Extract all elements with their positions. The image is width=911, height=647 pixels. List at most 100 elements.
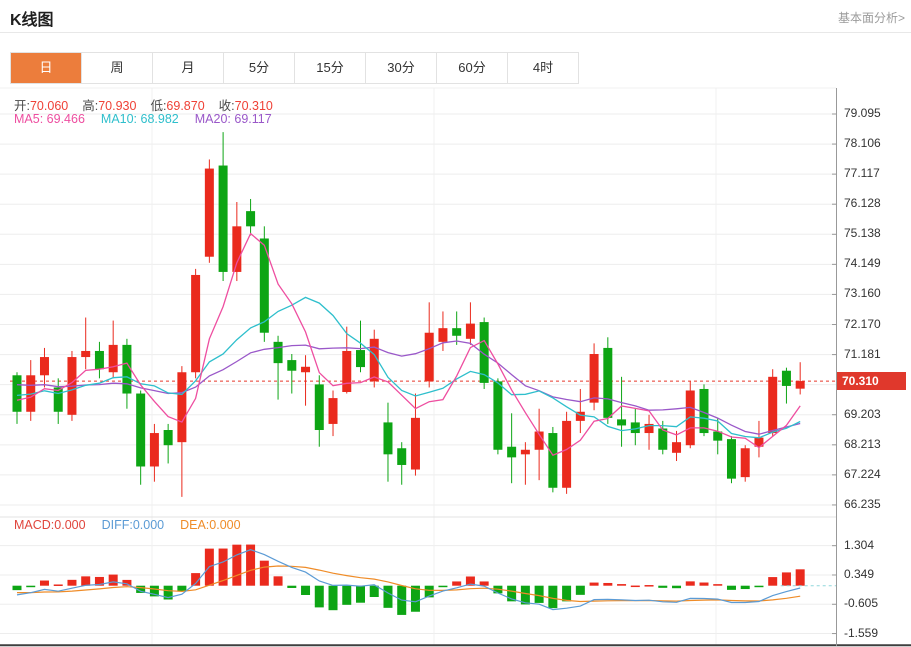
macd-axis-label: 0.349	[844, 567, 874, 581]
price-axis-label: 67.224	[844, 467, 881, 481]
macd-hist-bar	[287, 586, 296, 588]
price-axis-label: 76.128	[844, 196, 881, 210]
candle-body	[617, 419, 626, 425]
price-axis-label: 77.117	[844, 166, 880, 180]
macd-hist-bar	[741, 586, 750, 589]
ma10-line	[17, 297, 800, 437]
candle-body	[672, 442, 681, 453]
macd-hist-bar	[329, 586, 338, 610]
ma20-label: MA20:	[195, 112, 231, 126]
macd-hist-bar	[700, 583, 709, 586]
macd-axis-label: -0.605	[844, 596, 878, 610]
candle-body	[109, 345, 118, 372]
candle-body	[425, 333, 434, 382]
ma5-label: MA5:	[14, 112, 43, 126]
macd-hist-bar	[562, 586, 571, 602]
candle-body	[136, 394, 145, 467]
macd-label: MACD:	[14, 518, 54, 532]
candle-body	[411, 418, 420, 470]
high-label: 高:	[82, 99, 98, 113]
candle-body	[205, 169, 214, 257]
candle-body	[397, 448, 406, 465]
macd-hist-bar	[177, 586, 186, 592]
candle-body	[466, 324, 475, 339]
macd-hist-bar	[383, 586, 392, 608]
macd-hist-bar	[796, 569, 805, 585]
candle-body	[562, 421, 571, 488]
low-label: 低:	[150, 99, 166, 113]
diff-label: DIFF:	[102, 518, 133, 532]
candle-body	[164, 430, 173, 445]
macd-hist-bar	[370, 586, 379, 597]
candle-body	[438, 328, 447, 342]
candle-body	[493, 381, 502, 449]
candle-body	[548, 433, 557, 488]
macd-hist-bar	[603, 583, 612, 586]
open-label: 开:	[14, 99, 30, 113]
macd-hist-bar	[13, 586, 22, 590]
candle-body	[768, 377, 777, 433]
macd-hist-bar	[713, 584, 722, 586]
candle-body	[727, 439, 736, 479]
macd-hist-bar	[617, 584, 626, 586]
macd-hist-bar	[81, 576, 90, 585]
macd-hist-bar	[356, 586, 365, 603]
candle-body	[590, 354, 599, 403]
macd-hist-bar	[232, 545, 241, 586]
high-value: 70.930	[98, 99, 136, 113]
price-axis-label: 74.149	[844, 256, 881, 270]
dea-line	[17, 566, 800, 602]
dea-value: 0.000	[209, 518, 240, 532]
macd-axis-label: -1.559	[844, 626, 878, 640]
macd-hist-bar	[315, 586, 324, 608]
macd-hist-bar	[631, 586, 640, 588]
macd-hist-bar	[40, 581, 49, 586]
candle-body	[274, 342, 283, 363]
candle-body	[342, 351, 351, 392]
macd-hist-bar	[260, 561, 269, 586]
current-price-badge: 70.310	[837, 372, 906, 390]
macd-hist-bar	[686, 581, 695, 585]
candle-body	[741, 448, 750, 477]
macd-value: 0.000	[54, 518, 85, 532]
macd-hist-bar	[109, 575, 118, 586]
price-axis-label: 75.138	[844, 226, 881, 240]
macd-hist-bar	[782, 572, 791, 585]
macd-hist-bar	[645, 585, 654, 587]
macd-hist-bar	[590, 583, 599, 586]
macd-hist-bar	[672, 586, 681, 589]
candle-body	[150, 433, 159, 466]
ma5-value: 69.466	[47, 112, 85, 126]
ma10-label: MA10:	[101, 112, 137, 126]
candle-body	[521, 450, 530, 455]
candle-body	[95, 351, 104, 369]
macd-hist-bar	[342, 586, 351, 605]
candle-body	[315, 384, 324, 430]
candle-body	[507, 447, 516, 458]
candle-body	[287, 360, 296, 371]
diff-value: 0.000	[133, 518, 164, 532]
candle-body	[81, 351, 90, 357]
price-axis-label: 73.160	[844, 286, 881, 300]
macd-hist-bar	[768, 577, 777, 586]
price-axis-label: 66.235	[844, 497, 881, 511]
macd-hist-bar	[535, 586, 544, 603]
price-axis-label: 72.170	[844, 317, 881, 331]
macd-hist-bar	[274, 576, 283, 585]
macd-hist-bar	[26, 586, 35, 588]
macd-hist-bar	[576, 586, 585, 595]
macd-hist-bar	[727, 586, 736, 590]
ma10-value: 68.982	[141, 112, 179, 126]
macd-hist-bar	[301, 586, 310, 595]
candle-body	[383, 422, 392, 454]
candle-body	[796, 381, 805, 389]
candle-body	[40, 357, 49, 375]
macd-hist-bar	[438, 586, 447, 588]
macd-hist-bar	[658, 586, 667, 588]
low-value: 69.870	[166, 99, 204, 113]
candle-body	[782, 371, 791, 386]
candle-body	[191, 275, 200, 372]
candle-body	[177, 372, 186, 442]
price-axis-label: 69.203	[844, 407, 881, 421]
dea-label: DEA:	[180, 518, 209, 532]
